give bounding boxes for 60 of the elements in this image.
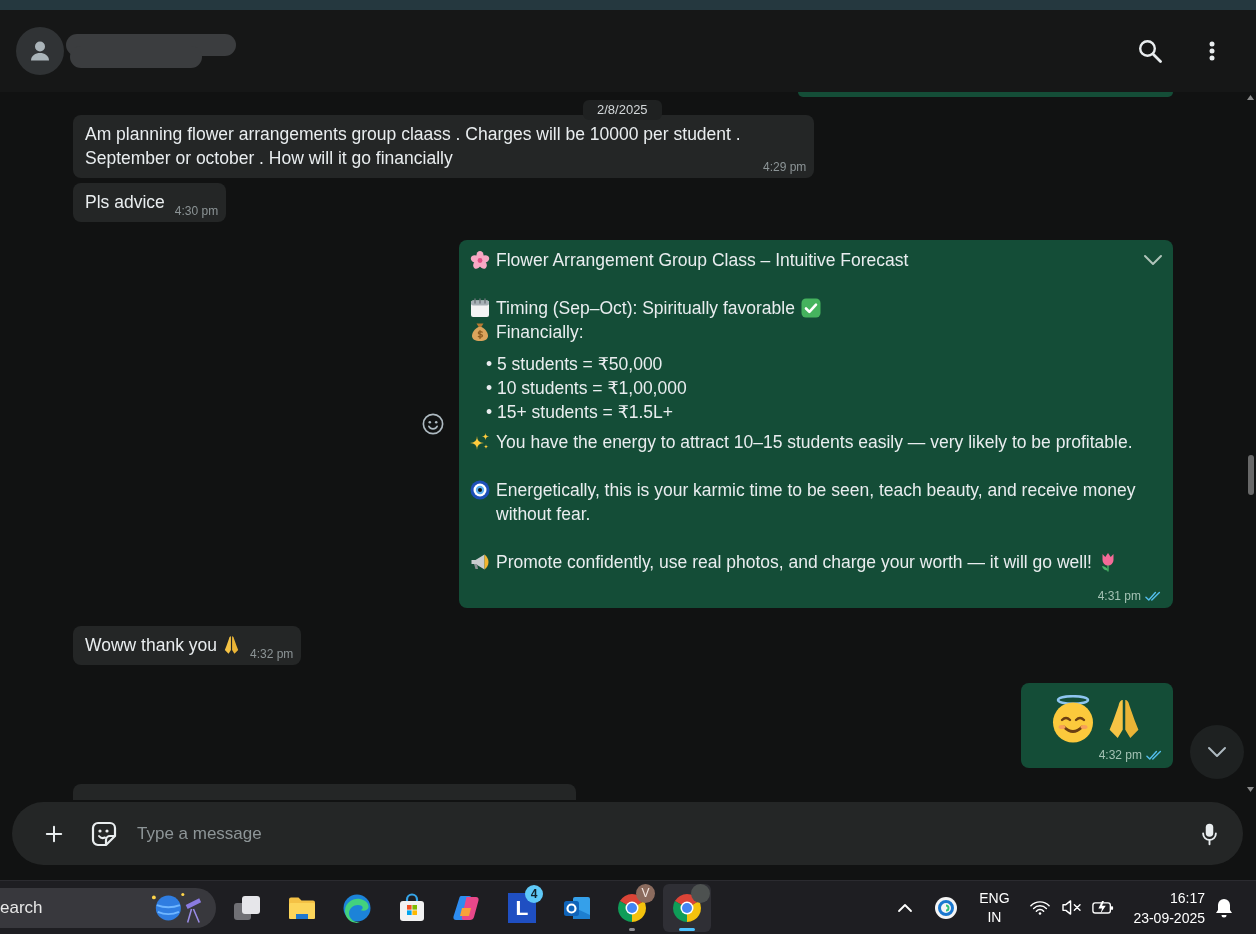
chevron-up-icon[interactable]: [897, 902, 914, 913]
message-time: 4:32 pm: [249, 647, 294, 661]
taskbar-app-button[interactable]: [663, 883, 711, 932]
swirl-icon[interactable]: [934, 895, 959, 920]
message-input[interactable]: Type a message: [137, 819, 1182, 848]
search-field[interactable]: earch: [0, 887, 216, 928]
sticker-icon[interactable]: [91, 820, 117, 847]
halo-face-icon: [1050, 695, 1096, 743]
praying-hands-icon: [222, 635, 240, 655]
bell-icon[interactable]: [1214, 896, 1234, 919]
wifi-icon[interactable]: [1030, 900, 1051, 915]
message-text: You have the energy to attract 10–15 students easily — very likely to be profitable.: [496, 431, 1133, 454]
message-text: Energetically, this is your karmic time to be seen, teach beauty, and receive money without fear.: [496, 479, 1137, 526]
smiley-icon[interactable]: [422, 413, 444, 435]
message-text: • 10 students = ₹1,00,000: [486, 377, 687, 400]
message-time: 4:32 pm: [1098, 747, 1142, 763]
indicator-icon: [679, 927, 695, 931]
language-indicator[interactable]: ENG IN: [977, 888, 1012, 927]
scroll-up-arrow-icon[interactable]: [1247, 95, 1254, 100]
check-box-icon: [800, 298, 821, 318]
message-text: Promote confidently, use real photos, and charge your worth — it will go well!: [496, 551, 1092, 574]
swirl-icon: [342, 892, 372, 923]
message-text: Pls advice: [85, 191, 165, 214]
message-time: 4:30 pm: [174, 204, 219, 218]
message-text: • 15+ students = ₹1.5L+: [486, 401, 674, 424]
tricolor-circle-icon: [672, 892, 702, 923]
indicator-icon: [629, 927, 635, 931]
profile-initial: V: [636, 883, 655, 903]
microphone-icon[interactable]: [1202, 821, 1217, 846]
chevron-down-icon[interactable]: [1143, 254, 1163, 266]
date-divider: 2/8/2025: [583, 100, 662, 120]
scrollbar-thumb[interactable]: [1248, 455, 1254, 495]
megaphone-icon: [470, 552, 490, 572]
avatar-icon[interactable]: [16, 27, 64, 75]
message-text: Timing (Sep–Oct): Spiritually favorable: [496, 297, 795, 320]
search-input[interactable]: earch: [0, 894, 151, 921]
eye-charm-icon: [470, 480, 490, 500]
money-bag-icon: [470, 322, 490, 342]
menu-icon[interactable]: [1209, 41, 1215, 61]
message-text: Am planning flower arrangements group claass . Charges will be 10000 per student . September or october . How will it go financially: [85, 123, 742, 170]
message-text: • 5 students = ₹50,000: [486, 353, 663, 376]
notification-badge: 4: [525, 884, 543, 903]
message-time: 4:31 pm: [1097, 588, 1141, 604]
message-text: Financially:: [496, 321, 584, 344]
battery-charging-icon[interactable]: [1092, 900, 1115, 915]
message-text: Flower Arrangement Group Class – Intuitive Forecast: [496, 249, 909, 272]
flower-icon: [470, 250, 490, 270]
plus-icon[interactable]: [45, 824, 63, 843]
scroll-down-arrow-icon[interactable]: [1247, 787, 1254, 792]
shopping-bag-icon: [397, 892, 427, 923]
taskbar-app-button[interactable]: V: [608, 883, 656, 932]
speaker-muted-icon[interactable]: [1061, 899, 1083, 916]
message-text: Woww thank you: [85, 634, 217, 657]
profile-photo-placeholder: [691, 883, 710, 903]
message-time: 4:29 pm: [763, 160, 807, 174]
clock[interactable]: 16:17 23-09-2025: [1133, 887, 1205, 928]
calendar-icon: [470, 298, 490, 318]
compose-bar[interactable]: Type a message: [12, 802, 1243, 865]
chevron-down-icon: [1207, 746, 1227, 758]
search-icon[interactable]: [1138, 39, 1162, 63]
